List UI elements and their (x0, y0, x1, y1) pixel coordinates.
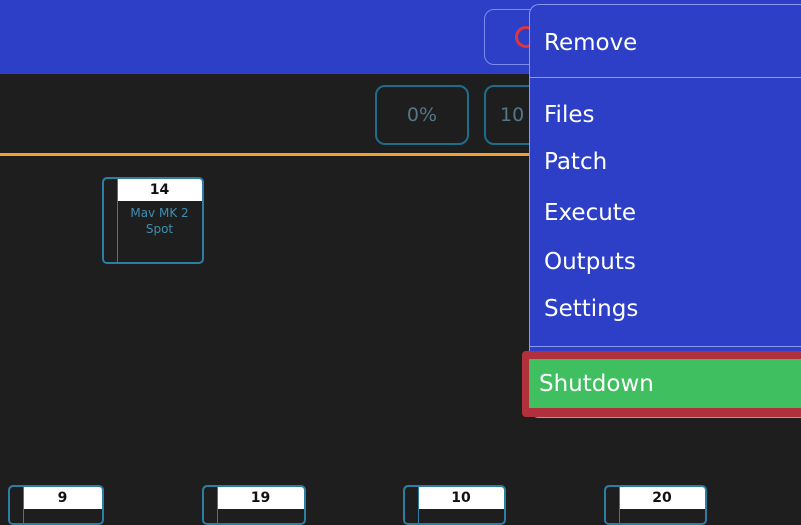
fixture-number: 20 (606, 487, 705, 509)
fixture-color-strip (10, 487, 24, 523)
fixture-tile-19[interactable]: 19 (202, 485, 306, 525)
fixture-color-strip (104, 179, 118, 262)
fixture-tile-10[interactable]: 10 (403, 485, 506, 525)
fixture-color-strip (606, 487, 620, 523)
fixture-number: 19 (204, 487, 304, 509)
menu-item-outputs[interactable]: Outputs (544, 249, 636, 275)
main-menu: Remove Files Patch Execute Outputs Setti… (522, 4, 801, 418)
menu-item-remove[interactable]: Remove (544, 30, 637, 56)
menu-separator (530, 77, 801, 78)
fixture-tile-20[interactable]: 20 (604, 485, 707, 525)
fixture-color-strip (405, 487, 419, 523)
menu-item-execute[interactable]: Execute (544, 200, 636, 226)
fixture-name: Mav MK 2 Spot (130, 206, 189, 236)
fixture-tile-9[interactable]: 9 (8, 485, 104, 525)
menu-item-patch[interactable]: Patch (544, 149, 607, 175)
intensity-100-label: 10 (500, 104, 525, 126)
intensity-0-button[interactable]: 0% (375, 85, 469, 145)
menu-separator (530, 346, 801, 347)
fixture-color-strip (204, 487, 218, 523)
menu-item-shutdown[interactable]: Shutdown (529, 359, 801, 408)
fixture-tile-14[interactable]: 14 Mav MK 2 Spot (102, 177, 204, 264)
shutdown-highlight: Shutdown (522, 351, 801, 417)
intensity-0-label: 0% (406, 104, 438, 126)
shutdown-label: Shutdown (539, 370, 654, 397)
fixture-number: 10 (405, 487, 504, 509)
fixture-number: 14 (104, 179, 202, 201)
menu-item-settings[interactable]: Settings (544, 296, 638, 322)
menu-item-files[interactable]: Files (544, 102, 594, 128)
